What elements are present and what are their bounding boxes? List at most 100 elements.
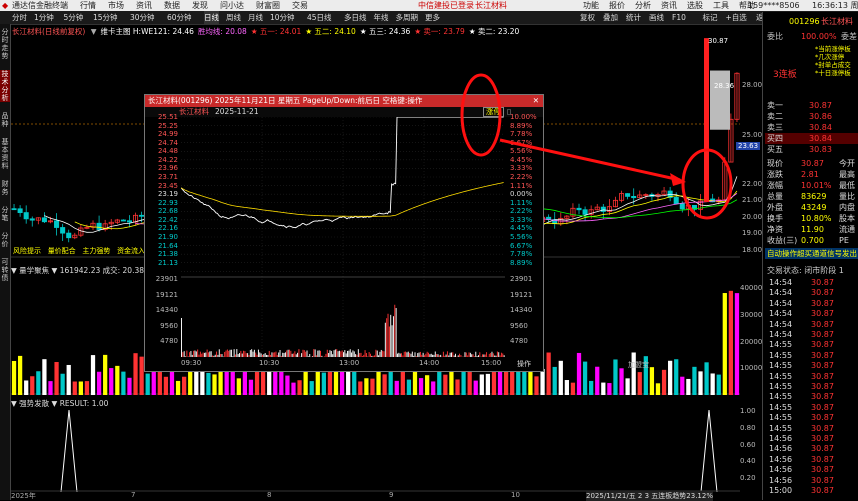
stock-tag[interactable]: 长江材料 <box>475 0 507 11</box>
volume-bar <box>182 377 186 395</box>
volume-bar <box>553 367 557 395</box>
intraday-volume-bar <box>369 352 370 357</box>
period-tab-13[interactable]: 多周期 <box>396 11 419 24</box>
period-tab-3[interactable]: 15分钟 <box>93 11 118 24</box>
intraday-volume-bar <box>354 351 355 357</box>
volume-bar <box>534 376 538 395</box>
tick-price: 30.87 <box>811 340 834 350</box>
alert-text[interactable]: 自动操作超买通道信号发出 <box>767 248 857 259</box>
vertical-tab-7[interactable]: 可转债 <box>0 258 10 282</box>
ma-legend-item-1: 维卡主图 H:WE121: 24.46 <box>101 27 194 36</box>
period-tab-4[interactable]: 30分钟 <box>130 11 155 24</box>
right-menu-item-5[interactable]: 工具 <box>713 0 729 11</box>
menu-item-5[interactable]: 问小达 <box>220 0 244 11</box>
order-book-row[interactable]: 卖一30.87 <box>765 100 858 111</box>
popup-vol-tick-right-2: 14340 <box>510 306 532 314</box>
volume-bar <box>91 355 95 395</box>
intraday-volume-bar <box>379 352 380 357</box>
period-tab-8[interactable]: 月线 <box>248 11 263 24</box>
popup-pct-tick-12: 3.33% <box>510 216 532 224</box>
intraday-volume-bar <box>249 355 250 357</box>
vertical-tab-3[interactable]: 基本资料 <box>0 138 10 170</box>
ma-legend-item-6: ★ 卖一: 23.79 <box>414 27 465 36</box>
weicha-label: 委差 <box>841 31 857 42</box>
toolbar-button-4[interactable]: F10 <box>672 11 686 24</box>
period-tab-14[interactable]: 更多 <box>425 11 440 24</box>
toolbar-button-5[interactable]: 标记 <box>703 11 718 24</box>
intraday-volume-bar <box>428 353 429 357</box>
order-book-row[interactable]: 买四30.84 <box>765 133 858 144</box>
right-menu-item-4[interactable]: 选股 <box>687 0 703 11</box>
limit-up-candle <box>704 38 709 202</box>
tick-time: 14:54 <box>769 320 792 330</box>
volume-bar <box>358 381 362 395</box>
order-book-row[interactable]: 卖二30.86 <box>765 111 858 122</box>
intraday-volume-bar <box>466 353 467 357</box>
period-tab-6[interactable]: 日线 <box>204 11 219 24</box>
intraday-volume-bar <box>497 352 498 357</box>
vertical-tab-2[interactable]: 品种 <box>0 112 10 128</box>
toolbar-button-1[interactable]: 叠加 <box>603 11 618 24</box>
intraday-volume-bar <box>208 352 209 357</box>
right-menu-item-1[interactable]: 报价 <box>609 0 625 11</box>
vertical-tab-5[interactable]: 分笔 <box>0 206 10 222</box>
vertical-tab-0[interactable]: 分时走势 <box>0 28 10 60</box>
intraday-volume-bar <box>344 350 345 357</box>
intraday-volume-bar <box>442 356 443 357</box>
vertical-tab-6[interactable]: 分价 <box>0 232 10 248</box>
menu-item-6[interactable]: 财富圈 <box>256 0 280 11</box>
vertical-tab-1[interactable]: 技术分析 <box>0 70 10 102</box>
quote-stat-row: 收益(三)0.700PE <box>765 235 858 246</box>
intraday-volume-bar <box>266 355 267 357</box>
vertical-tab-4[interactable]: 财务 <box>0 180 10 196</box>
stock-name: 长江材料 <box>821 16 853 27</box>
intraday-volume-bar <box>246 353 247 357</box>
menu-item-0[interactable]: 行情 <box>80 0 96 11</box>
menu-item-1[interactable]: 市场 <box>108 0 124 11</box>
popup-action-button[interactable]: 操作 <box>517 359 531 369</box>
toolbar-button-0[interactable]: 复权 <box>580 11 595 24</box>
right-menu-item-0[interactable]: 功能 <box>583 0 599 11</box>
right-menu-item-3[interactable]: 资讯 <box>661 0 677 11</box>
ma-legend-item-3: ★ 五一: 24.01 <box>251 27 302 36</box>
period-tab-10[interactable]: 45日线 <box>307 11 332 24</box>
intraday-volume-bar <box>217 355 218 357</box>
limit-up-badge[interactable]: 涨停 <box>483 107 504 117</box>
close-icon[interactable]: ✕ <box>533 95 539 107</box>
right-menu-item-2[interactable]: 分析 <box>635 0 651 11</box>
menu-item-4[interactable]: 发现 <box>192 0 208 11</box>
login-notice[interactable]: 中信建投已登录 <box>418 0 474 11</box>
volume-bar <box>571 383 575 395</box>
tick-price: 30.87 <box>811 476 834 486</box>
menu-item-3[interactable]: 数据 <box>164 0 180 11</box>
popup-title-bar[interactable]: 长江材料(001296) 2025年11月21日 星期五 PageUp/Down… <box>145 95 543 107</box>
order-book-row[interactable]: 卖三30.84 <box>765 122 858 133</box>
period-tab-9[interactable]: 10分钟 <box>270 11 295 24</box>
tick-time: 14:55 <box>769 413 792 423</box>
intraday-volume-bar <box>255 353 256 357</box>
period-tab-11[interactable]: 多日线 <box>344 11 367 24</box>
toolbar-button-6[interactable]: +自选 <box>726 11 747 24</box>
intraday-chart[interactable] <box>181 117 505 357</box>
price-tick-0: 28.00 <box>742 81 762 89</box>
order-book-row[interactable]: 买五30.83 <box>765 144 858 155</box>
popup-vol-tick-left-0: 23901 <box>156 275 178 283</box>
volume-bar <box>67 365 71 395</box>
tick-row: 14:5530.87 <box>765 351 858 361</box>
period-tab-5[interactable]: 60分钟 <box>167 11 192 24</box>
indicator-chart[interactable] <box>11 408 740 492</box>
menu-item-7[interactable]: 交易 <box>292 0 308 11</box>
toolbar-button-2[interactable]: 统计 <box>626 11 641 24</box>
period-tab-2[interactable]: 5分钟 <box>64 11 84 24</box>
period-tab-12[interactable]: 年线 <box>374 11 389 24</box>
intraday-popup[interactable]: 长江材料(001296) 2025年11月21日 星期五 PageUp/Down… <box>144 94 544 372</box>
menu-item-2[interactable]: 资讯 <box>136 0 152 11</box>
period-tab-1[interactable]: 1分钟 <box>34 11 54 24</box>
intraday-volume-bar <box>409 353 410 357</box>
vertical-tabs: 分时走势技术分析品种基本资料财务分笔分价可转债 <box>0 24 11 500</box>
toolbar-button-3[interactable]: 画线 <box>649 11 664 24</box>
period-tab-7[interactable]: 周线 <box>226 11 241 24</box>
period-tab-0[interactable]: 分时 <box>12 11 27 24</box>
volume-tick-1: 30000 <box>740 311 762 319</box>
intraday-volume-bar <box>402 355 403 357</box>
